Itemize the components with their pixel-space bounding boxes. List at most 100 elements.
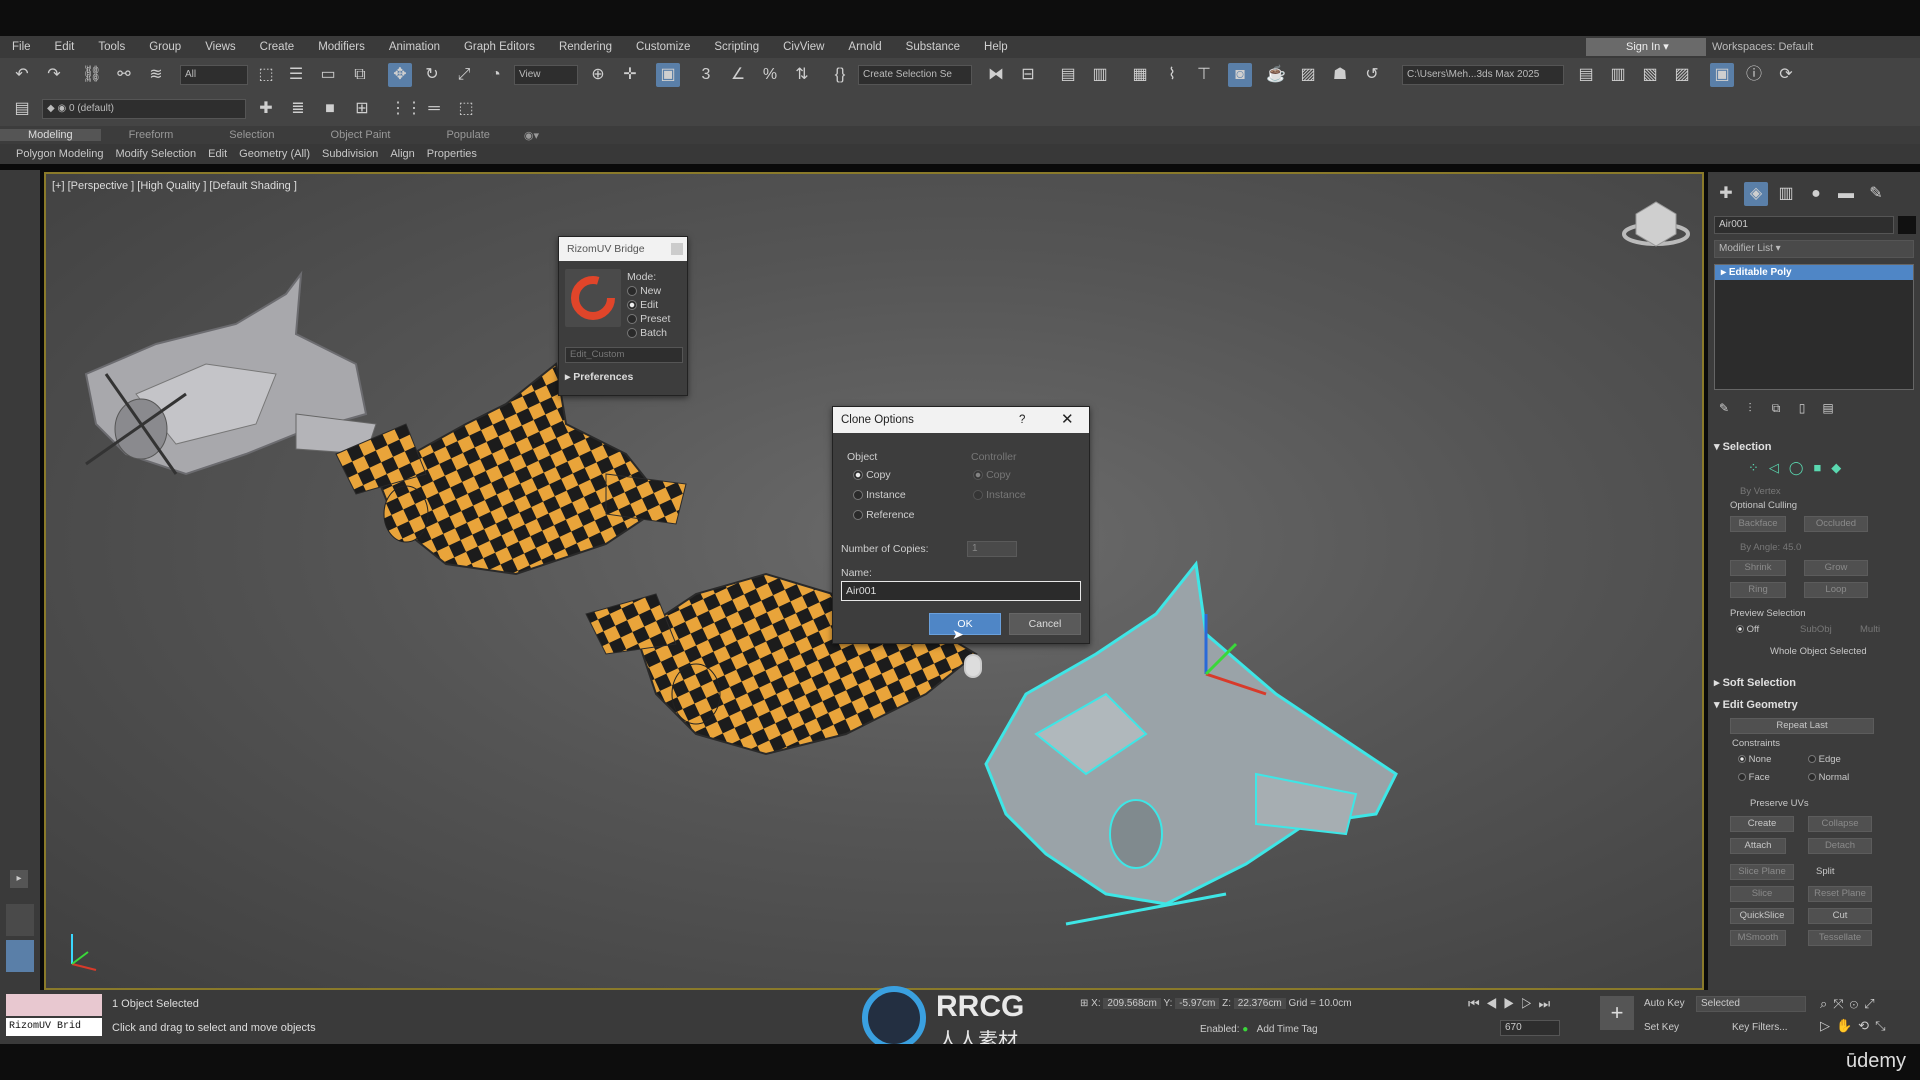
close-icon[interactable]: ✕ bbox=[1061, 407, 1074, 433]
render-setup-icon[interactable]: ☕ bbox=[1264, 63, 1288, 87]
edit-named-selection-icon[interactable]: {} bbox=[828, 63, 852, 87]
display-tab-icon[interactable]: ▬ bbox=[1834, 182, 1858, 206]
spinner-snap-icon[interactable]: ⇅ bbox=[790, 63, 814, 87]
redo-icon[interactable]: ↷ bbox=[42, 63, 66, 87]
utilities-tab-icon[interactable]: ✎ bbox=[1864, 182, 1888, 206]
constraint-face-radio[interactable]: Face bbox=[1738, 772, 1770, 783]
workspace-selector[interactable]: Workspaces: Default bbox=[1712, 38, 1912, 56]
object-copy-radio[interactable]: Copy bbox=[853, 469, 891, 481]
ribbon-properties[interactable]: Properties bbox=[421, 148, 483, 160]
undo-icon[interactable]: ↶ bbox=[10, 63, 34, 87]
rizomuv-mode-edit[interactable]: Edit bbox=[627, 299, 658, 311]
pivot-center-icon[interactable]: ⊕ bbox=[586, 63, 610, 87]
loop-button[interactable]: Loop bbox=[1804, 582, 1868, 598]
maxscript-listener-pink[interactable] bbox=[6, 994, 102, 1016]
ok-button[interactable]: OK bbox=[929, 613, 1001, 635]
move-icon[interactable]: ✥ bbox=[388, 63, 412, 87]
info-icon[interactable]: ⓘ bbox=[1742, 63, 1766, 87]
tessellate-button[interactable]: Tessellate bbox=[1808, 930, 1872, 946]
cancel-button[interactable]: Cancel bbox=[1009, 613, 1081, 635]
select-by-name-icon[interactable]: ☰ bbox=[284, 63, 308, 87]
create-button[interactable]: Create bbox=[1730, 816, 1794, 832]
menu-rendering[interactable]: Rendering bbox=[547, 41, 624, 53]
quickslice-button[interactable]: QuickSlice bbox=[1730, 908, 1794, 924]
add-time-tag-button[interactable]: Add Time Tag bbox=[1257, 1024, 1318, 1035]
menu-help[interactable]: Help bbox=[972, 41, 1020, 53]
rizomuv-mode-batch[interactable]: Batch bbox=[627, 327, 667, 339]
schematic-view-icon[interactable]: ⊤ bbox=[1192, 63, 1216, 87]
menu-substance[interactable]: Substance bbox=[894, 41, 972, 53]
constraint-normal-radio[interactable]: Normal bbox=[1808, 772, 1849, 783]
rizomuv-preferences-rollout[interactable]: ▸ Preferences bbox=[565, 371, 633, 383]
named-selection-dropdown[interactable]: Create Selection Se bbox=[858, 65, 972, 85]
pin-stack-icon[interactable]: ✎ bbox=[1712, 396, 1736, 420]
render-in-cloud-icon[interactable]: ↺ bbox=[1360, 63, 1384, 87]
collapse-button[interactable]: Collapse bbox=[1808, 816, 1872, 832]
menu-scripting[interactable]: Scripting bbox=[702, 41, 771, 53]
ring-button[interactable]: Ring bbox=[1730, 582, 1786, 598]
tab-populate[interactable]: Populate bbox=[418, 129, 517, 141]
set-key-button[interactable]: Set Key bbox=[1644, 1022, 1679, 1033]
menu-create[interactable]: Create bbox=[248, 41, 307, 53]
clone-options-title[interactable]: Clone Options ? ✕ bbox=[833, 407, 1089, 433]
tab-selection[interactable]: Selection bbox=[201, 129, 302, 141]
edit-geometry-rollout[interactable]: ▾ Edit Geometry bbox=[1714, 698, 1798, 711]
name-input[interactable]: Air001 bbox=[841, 581, 1081, 601]
archive-icon[interactable]: ▧ bbox=[1638, 63, 1662, 87]
ribbon-edit[interactable]: Edit bbox=[202, 148, 233, 160]
controller-copy-radio[interactable]: Copy bbox=[973, 469, 1011, 481]
rizomuv-preset-dropdown[interactable]: Edit_Custom bbox=[565, 347, 683, 363]
refresh-icon[interactable]: ⟳ bbox=[1774, 63, 1798, 87]
preview-multi-radio[interactable]: Multi bbox=[1860, 624, 1880, 635]
hierarchy-tab-icon[interactable]: ▥ bbox=[1774, 182, 1798, 206]
attach-button[interactable]: Attach bbox=[1730, 838, 1786, 854]
constraint-none-radio[interactable]: None bbox=[1738, 754, 1771, 765]
angle-snap-icon[interactable]: ∠ bbox=[726, 63, 750, 87]
toggle-ribbon-icon[interactable]: ▦ bbox=[1128, 63, 1152, 87]
create-tab-icon[interactable]: ✚ bbox=[1714, 182, 1738, 206]
ribbon-polygon-modeling[interactable]: Polygon Modeling bbox=[10, 148, 109, 160]
layer-stack-icon[interactable]: ≣ bbox=[286, 97, 310, 121]
reset-plane-button[interactable]: Reset Plane bbox=[1808, 886, 1872, 902]
create-layer-icon[interactable]: ✚ bbox=[254, 97, 278, 121]
bind-space-warp-icon[interactable]: ≋ bbox=[144, 63, 168, 87]
tab-freeform[interactable]: Freeform bbox=[101, 129, 202, 141]
selection-filter-dropdown[interactable]: All bbox=[180, 65, 248, 85]
msmooth-button[interactable]: MSmooth bbox=[1730, 930, 1786, 946]
open-icon[interactable]: ▤ bbox=[1574, 63, 1598, 87]
remove-modifier-icon[interactable]: ▯ bbox=[1790, 396, 1814, 420]
rizomuv-title[interactable]: RizomUV Bridge bbox=[559, 237, 687, 261]
menu-tools[interactable]: Tools bbox=[86, 41, 137, 53]
viewport-navigation-icons[interactable]: ⌕⤧⊙⤢ bbox=[1820, 996, 1881, 1012]
grow-button[interactable]: Grow bbox=[1804, 560, 1868, 576]
current-frame-field[interactable]: 670 bbox=[1500, 1020, 1560, 1036]
menu-civview[interactable]: CivView bbox=[771, 41, 836, 53]
align-icon[interactable]: ⊟ bbox=[1016, 63, 1040, 87]
toggle-scene-explorer-icon[interactable]: ▤ bbox=[1056, 63, 1080, 87]
plane-model-gray[interactable] bbox=[84, 270, 377, 476]
help-button[interactable]: ? bbox=[1019, 407, 1025, 433]
preserve-uvs-checkbox[interactable]: Preserve UVs bbox=[1750, 798, 1809, 809]
menu-animation[interactable]: Animation bbox=[377, 41, 452, 53]
menu-arnold[interactable]: Arnold bbox=[836, 41, 893, 53]
render-production-icon[interactable]: ☗ bbox=[1328, 63, 1352, 87]
ribbon-align[interactable]: Align bbox=[384, 148, 420, 160]
controller-instance-radio[interactable]: Instance bbox=[973, 489, 1026, 501]
rizomuv-mode-preset[interactable]: Preset bbox=[627, 313, 670, 325]
show-end-result-icon[interactable]: ⫶ bbox=[1738, 396, 1762, 420]
menu-graph-editors[interactable]: Graph Editors bbox=[452, 41, 547, 53]
make-unique-icon[interactable]: ⧉ bbox=[1764, 396, 1788, 420]
cut-button[interactable]: Cut bbox=[1808, 908, 1872, 924]
occluded-button[interactable]: Occluded bbox=[1804, 516, 1868, 532]
rendered-frame-window-icon[interactable]: ▨ bbox=[1296, 63, 1320, 87]
subobject-level-icons[interactable]: ⁘◁◯■◆ bbox=[1748, 460, 1851, 476]
selection-rollout[interactable]: ▾ Selection bbox=[1714, 440, 1771, 453]
grid-snap-icon[interactable]: ⋮⋮ bbox=[390, 97, 422, 121]
rizom-icon[interactable]: ▣ bbox=[1710, 63, 1734, 87]
expand-arrow-icon[interactable]: ▸ bbox=[10, 870, 28, 888]
ribbon-subdivision[interactable]: Subdivision bbox=[316, 148, 384, 160]
detach-button[interactable]: Detach bbox=[1808, 838, 1872, 854]
rotate-icon[interactable]: ↻ bbox=[420, 63, 444, 87]
menu-file[interactable]: File bbox=[0, 41, 43, 53]
object-color-swatch[interactable] bbox=[1898, 216, 1916, 234]
